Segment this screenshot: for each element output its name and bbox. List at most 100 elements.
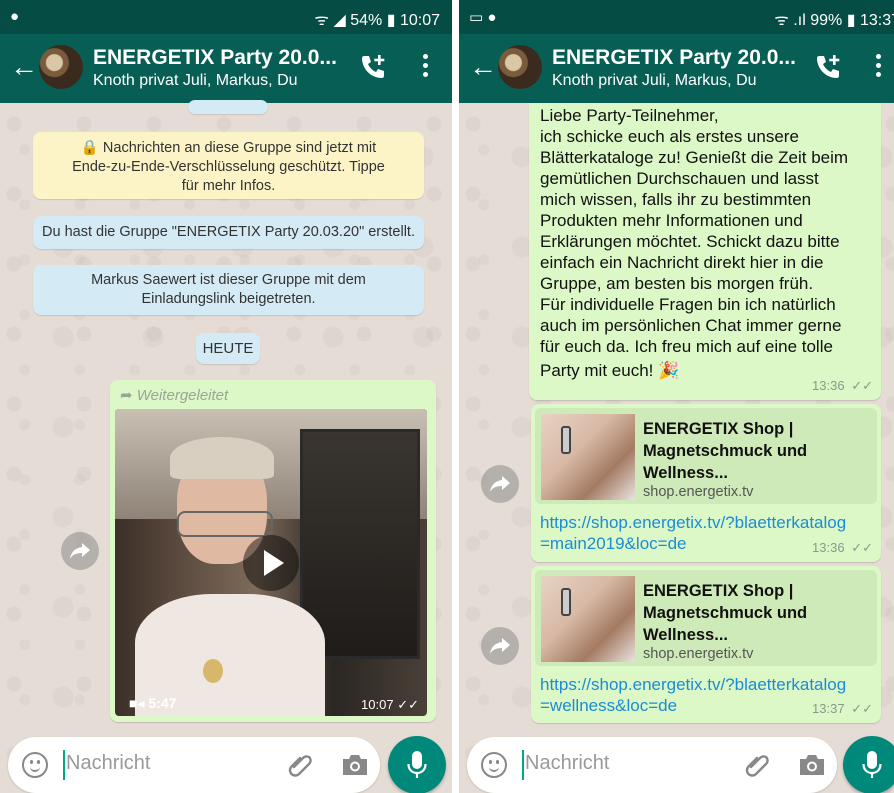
forwarded-icon: ➦ — [120, 387, 133, 404]
joined-line-1: Markus Saewert ist dieser Gruppe mit dem — [91, 272, 366, 288]
message-line: Liebe Party-Teilnehmer, — [540, 106, 719, 125]
message-line: Gruppe, am besten bis morgen früh. — [540, 274, 814, 293]
read-ticks-icon: ✓✓ — [851, 540, 873, 555]
message-time-row: 13:37 ✓✓ — [812, 701, 873, 717]
battery-level: 54% — [350, 12, 383, 29]
date-chip-label: HEUTE — [202, 340, 254, 357]
whatsapp-status-icon: ● — [10, 8, 20, 25]
chat-title-area[interactable]: ENERGETIX Party 20.0... Knoth privat Jul… — [93, 46, 343, 90]
earring-icon — [561, 588, 571, 616]
link-title-line: Wellness... — [643, 626, 728, 644]
forwarded-label-row: ➦ Weitergeleitet — [120, 386, 228, 404]
screenshot-pair: ● ᯤ ◢ 54% ▮ 10:07 ← ENERGETIX Party 20.0… — [0, 0, 894, 793]
forward-button[interactable] — [61, 532, 99, 570]
link-url-line[interactable]: https://shop.energetix.tv/?blaetterkatal… — [540, 512, 846, 533]
link-url[interactable]: https://shop.energetix.tv/?blaetterkatal… — [540, 674, 846, 716]
chat-participants: Knoth privat Juli, Markus, Du — [93, 72, 298, 89]
camera-icon[interactable] — [340, 752, 370, 778]
forward-button[interactable] — [481, 627, 519, 665]
microphone-icon — [407, 751, 427, 778]
forward-button[interactable] — [481, 465, 519, 503]
clock: 13:37 — [859, 12, 894, 29]
encryption-line-3: für mehr Infos. — [181, 178, 276, 194]
link-preview-domain: shop.energetix.tv — [643, 484, 754, 500]
encryption-line-1: 🔒 Nachrichten an diese Gruppe sind jetzt… — [80, 140, 377, 156]
more-options-icon[interactable] — [873, 54, 883, 82]
more-options-icon[interactable] — [420, 54, 430, 82]
status-right: ᯤ ◢ 54% ▮ 10:07 — [314, 8, 440, 30]
link-preview-card[interactable]: ENERGETIX Shop | Magnetschmuck und Welln… — [535, 408, 877, 504]
voice-message-button[interactable] — [843, 736, 894, 793]
group-created-text: Du hast die Gruppe "ENERGETIX Party 20.0… — [42, 224, 415, 240]
message-text-block: Liebe Party-Teilnehmer, ich schicke euch… — [540, 83, 880, 381]
emoji-icon[interactable] — [481, 752, 507, 778]
video-time-row: 10:07 ✓✓ — [361, 697, 419, 713]
link-url-line[interactable]: https://shop.energetix.tv/?blaetterkatal… — [540, 674, 846, 695]
link-url-line[interactable]: =main2019&loc=de — [540, 533, 846, 554]
back-arrow-icon[interactable]: ← — [469, 52, 497, 82]
encryption-line-2: Ende-zu-Ende-Verschlüsselung geschützt. … — [72, 159, 385, 175]
message-time: 13:37 — [812, 701, 845, 716]
message-line: auch im persönlichen Chat immer gerne — [540, 316, 842, 335]
link-message-bubble[interactable]: ENERGETIX Shop | Magnetschmuck und Welln… — [531, 404, 881, 562]
message-line: gemütlichen Durchschauen und lasst — [540, 169, 819, 188]
message-time: 13:36 — [812, 378, 845, 393]
play-button[interactable] — [243, 535, 299, 591]
video-camera-icon: ■◂ — [129, 695, 145, 711]
message-input[interactable]: Nachricht — [66, 752, 150, 775]
status-bar: ▭ ● ᯤ .ıl 99% ▮ 13:37 — [459, 0, 894, 34]
clock: 10:07 — [399, 12, 440, 29]
left-phone-screen: ● ᯤ ◢ 54% ▮ 10:07 ← ENERGETIX Party 20.0… — [0, 0, 452, 793]
message-line: Produkten mehr Informationen und — [540, 211, 803, 230]
back-arrow-icon[interactable]: ← — [10, 52, 38, 82]
video-thumbnail[interactable]: ■◂ 5:47 10:07 ✓✓ — [115, 409, 427, 716]
battery-level: 99% — [810, 12, 843, 29]
emoji-icon[interactable] — [22, 752, 48, 778]
add-call-icon[interactable] — [813, 52, 843, 82]
chat-title: ENERGETIX Party 20.0... — [552, 46, 796, 69]
read-ticks-icon: ✓✓ — [397, 697, 419, 712]
member-joined-notice: Markus Saewert ist dieser Gruppe mit dem… — [33, 265, 424, 315]
link-preview-image — [541, 576, 635, 662]
notification-icons: ▭ ● — [469, 9, 497, 26]
attachment-icon[interactable] — [743, 751, 771, 779]
signal-icon: ᯤ ◢ — [314, 12, 346, 29]
video-message-bubble[interactable]: ➦ Weitergeleitet ■◂ 5:47 10:07 ✓✓ — [110, 380, 436, 722]
message-line: einfach ein Nachricht direkt hier in die — [540, 253, 824, 272]
add-call-icon[interactable] — [358, 52, 388, 82]
forward-arrow-icon — [70, 543, 90, 559]
link-title-line: Wellness... — [643, 464, 728, 482]
link-url[interactable]: https://shop.energetix.tv/?blaetterkatal… — [540, 512, 846, 554]
message-input[interactable]: Nachricht — [525, 752, 609, 775]
text-message-bubble[interactable]: Liebe Party-Teilnehmer, ich schicke euch… — [529, 103, 881, 400]
joined-line-2: Einladungslink beigetreten. — [141, 291, 316, 307]
link-url-line[interactable]: =wellness&loc=de — [540, 695, 846, 716]
chat-header: ← ENERGETIX Party 20.0... Knoth privat J… — [0, 34, 452, 103]
link-preview-title: ENERGETIX Shop | Magnetschmuck und Welln… — [643, 418, 813, 484]
message-composer[interactable]: Nachricht — [467, 737, 837, 793]
play-icon — [264, 550, 284, 576]
encryption-notice[interactable]: 🔒 Nachrichten an diese Gruppe sind jetzt… — [33, 132, 424, 199]
video-glasses — [177, 511, 273, 537]
read-ticks-icon: ✓✓ — [851, 378, 873, 393]
attachment-icon[interactable] — [286, 751, 314, 779]
link-preview-card[interactable]: ENERGETIX Shop | Magnetschmuck und Welln… — [535, 570, 877, 666]
battery-icon: ▮ — [846, 12, 856, 29]
group-avatar[interactable] — [39, 45, 83, 89]
link-preview-title: ENERGETIX Shop | Magnetschmuck und Welln… — [643, 580, 813, 646]
date-chip: HEUTE — [196, 333, 260, 364]
message-composer[interactable]: Nachricht — [8, 737, 380, 793]
earring-icon — [561, 426, 571, 454]
status-right: ᯤ .ıl 99% ▮ 13:37 — [774, 8, 894, 30]
camera-icon[interactable] — [797, 752, 827, 778]
right-phone-screen: ▭ ● ᯤ .ıl 99% ▮ 13:37 ← ENERGETIX Party … — [459, 0, 894, 793]
forward-arrow-icon — [490, 476, 510, 492]
message-time-row: 13:36 ✓✓ — [812, 378, 873, 394]
group-avatar[interactable] — [498, 45, 542, 89]
message-line: Für individuelle Fragen bin ich natürlic… — [540, 295, 836, 314]
chat-title: ENERGETIX Party 20.0... — [93, 46, 337, 69]
link-message-bubble[interactable]: ENERGETIX Shop | Magnetschmuck und Welln… — [531, 566, 881, 723]
video-pendant — [203, 659, 223, 683]
video-duration: 5:47 — [148, 695, 177, 711]
voice-message-button[interactable] — [388, 736, 446, 793]
